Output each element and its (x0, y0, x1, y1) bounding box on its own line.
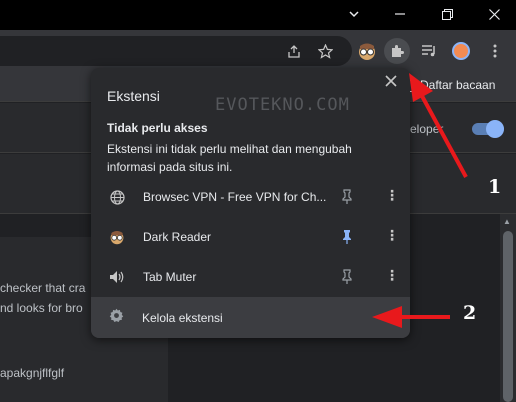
annotation-label-2: 2 (463, 302, 477, 324)
arrow-1 (409, 73, 468, 178)
annotation-label-1: 1 (488, 176, 502, 198)
annotation-arrows (372, 73, 468, 328)
arrow-2 (372, 306, 450, 328)
